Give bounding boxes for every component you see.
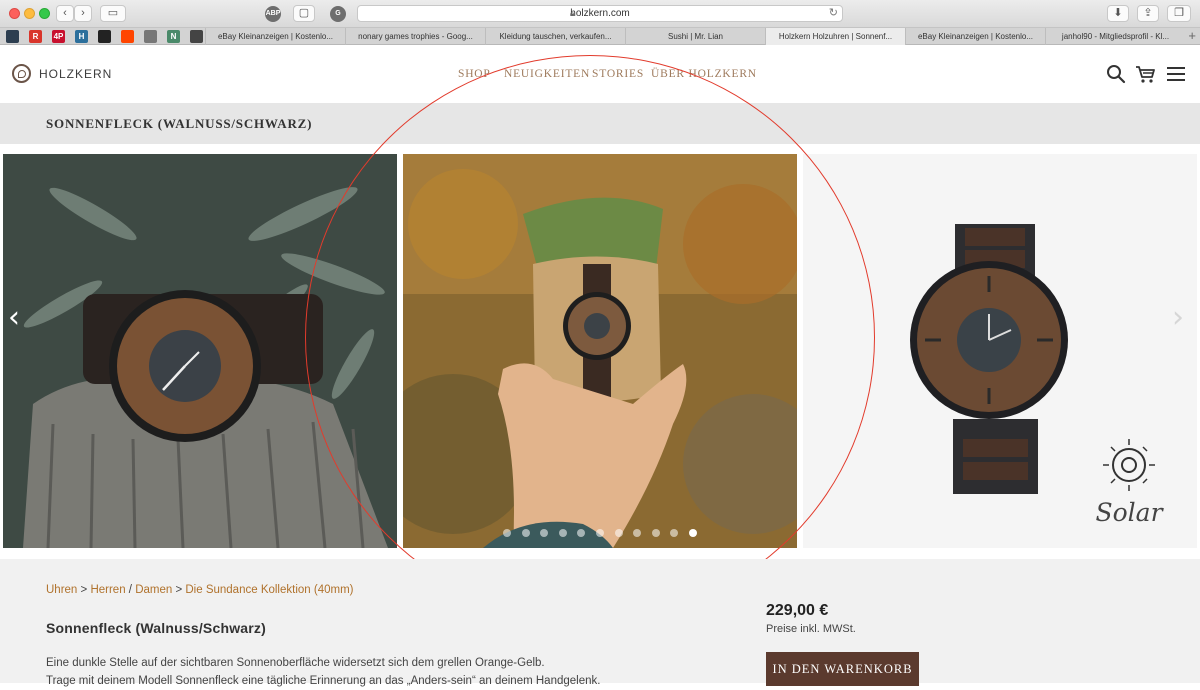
instagram-icon[interactable] — [190, 30, 203, 43]
brand-name[interactable]: HOLZKERN — [39, 67, 112, 81]
gallery-prev-arrow[interactable]: ‹ — [8, 300, 20, 335]
browser-tab[interactable]: Sushi | Mr. Lian — [625, 28, 765, 45]
cart-icon[interactable] — [1134, 63, 1156, 85]
menu-icon[interactable] — [1165, 63, 1187, 85]
trello-icon[interactable] — [144, 30, 157, 43]
breadcrumb: Uhren > Herren / Damen > Die Sundance Ko… — [46, 584, 353, 596]
url-text: holzkern.com — [570, 8, 630, 19]
nav-shop[interactable]: SHOP — [458, 68, 491, 80]
watch-in-hand-photo — [403, 154, 797, 548]
reddit-icon[interactable] — [121, 30, 134, 43]
browser-tab[interactable]: nonary games trophies - Goog... — [345, 28, 485, 45]
vat-note: Preise inkl. MWSt. — [766, 623, 856, 635]
product-name: Sonnenfleck (Walnuss/Schwarz) — [46, 620, 266, 636]
browser-tab[interactable]: eBay Kleinanzeigen | Kostenlo... — [205, 28, 345, 45]
gallery-dot[interactable] — [558, 529, 567, 537]
browser-tab[interactable]: janhol90 - Mitgliedsprofil - Kl... — [1045, 28, 1185, 45]
gallery-dot[interactable] — [651, 529, 660, 537]
watch-on-stump-photo — [3, 154, 397, 548]
product-description: Eine dunkle Stelle auf der sichtbaren So… — [46, 654, 666, 690]
gallery-dot[interactable] — [689, 529, 697, 537]
description-line-1: Eine dunkle Stelle auf der sichtbaren So… — [46, 657, 545, 669]
breadcrumb-link[interactable]: Die Sundance Kollektion (40mm) — [185, 584, 353, 596]
cloud-icon[interactable] — [6, 30, 19, 43]
forward-button[interactable]: › — [74, 5, 92, 22]
add-to-cart-button[interactable]: IN DEN WARENKORB — [766, 652, 919, 686]
browser-toolbar: ‹ › ▭ ABP ▢ G 🔒︎ holzkern.com ↻ ⬇ ⇪ ❐ — [0, 0, 1200, 28]
tabs-overview-icon[interactable]: ❐ — [1167, 5, 1191, 22]
back-button[interactable]: ‹ — [56, 5, 74, 22]
rocket-icon[interactable]: R — [29, 30, 42, 43]
breadcrumb-separator: > — [172, 584, 186, 596]
breadcrumb-link[interactable]: Herren — [90, 584, 125, 596]
adblock-extension-icon[interactable]: ABP — [265, 6, 281, 22]
gallery-image-product[interactable]: Solar — [803, 154, 1197, 548]
reload-icon[interactable]: ↻ — [829, 6, 838, 21]
n-icon[interactable]: N — [167, 30, 180, 43]
gallery-dot[interactable] — [614, 529, 623, 537]
share-icon[interactable]: ⇪ — [1137, 5, 1159, 22]
zoom-window-button[interactable] — [39, 8, 50, 19]
github-icon[interactable] — [98, 30, 111, 43]
description-line-2: Trage mit deinem Modell Sonnenfleck eine… — [46, 675, 601, 687]
minimize-window-button[interactable] — [24, 8, 35, 19]
solar-label: Solar — [1095, 498, 1164, 527]
product-info: Uhren > Herren / Damen > Die Sundance Ko… — [0, 559, 1200, 687]
gallery-next-arrow[interactable]: › — [1172, 300, 1184, 335]
address-bar[interactable]: 🔒︎ holzkern.com ↻ — [357, 5, 843, 22]
search-icon[interactable] — [1105, 63, 1127, 85]
new-tab-icon[interactable]: + — [1188, 28, 1196, 44]
close-window-button[interactable] — [9, 8, 20, 19]
gallery-dot[interactable] — [521, 529, 530, 537]
downloads-icon[interactable]: ⬇ — [1107, 5, 1129, 22]
gallery-image-stump[interactable] — [3, 154, 397, 548]
product-price: 229,00 € — [766, 602, 829, 619]
holzkern-logo-icon[interactable] — [12, 64, 31, 83]
gallery-dot[interactable] — [503, 529, 511, 537]
gallery-image-hand[interactable] — [403, 154, 797, 548]
site-header: HOLZKERN SHOP NEUIGKEITEN STORIES ÜBER H… — [0, 45, 1200, 103]
4p-icon[interactable]: 4P — [52, 30, 65, 43]
breadcrumb-link[interactable]: Damen — [135, 584, 172, 596]
sidebar-toggle-icon[interactable]: ▭ — [100, 5, 126, 22]
h-icon[interactable]: H — [75, 30, 88, 43]
tab-bar: R 4P H N eBay Kleinanzeigen | Kostenlo... no… — [0, 28, 1200, 45]
page-title: SONNENFLECK (WALNUSS/SCHWARZ) — [46, 116, 313, 131]
lock-icon: 🔒︎ — [570, 9, 575, 18]
watch-product-photo: Solar — [803, 154, 1197, 548]
nav-stories[interactable]: STORIES — [592, 68, 644, 80]
nav-ueber-holzkern[interactable]: ÜBER HOLZKERN — [651, 68, 757, 80]
product-gallery: Solar ‹ › — [0, 144, 1200, 559]
browser-tab[interactable]: Kleidung tauschen, verkaufen... — [485, 28, 625, 45]
browser-tab[interactable]: Holzkern Holzuhren | Sonnenf... — [765, 28, 905, 45]
grammarly-extension-icon[interactable]: G — [330, 6, 346, 22]
breadcrumb-separator: / — [125, 584, 136, 596]
nav-neuigkeiten[interactable]: NEUIGKEITEN — [504, 68, 590, 80]
breadcrumb-separator: > — [77, 584, 91, 596]
breadcrumb-link[interactable]: Uhren — [46, 584, 77, 596]
page-title-band: SONNENFLECK (WALNUSS/SCHWARZ) — [0, 103, 1200, 144]
reader-icon[interactable]: ▢ — [293, 5, 315, 22]
gallery-dot[interactable] — [596, 529, 604, 537]
browser-tab[interactable]: eBay Kleinanzeigen | Kostenlo... — [905, 28, 1045, 45]
